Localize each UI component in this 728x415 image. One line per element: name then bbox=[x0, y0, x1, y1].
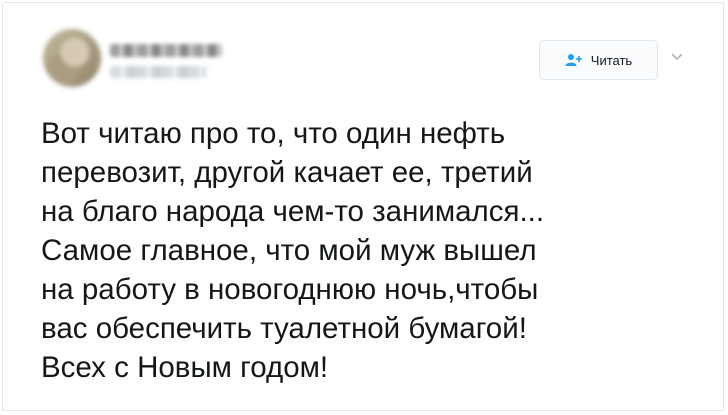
tweet-text-line: Всех с Новым годом! bbox=[41, 351, 329, 384]
add-person-icon bbox=[565, 54, 582, 66]
tweet-card: Читать Вот читаю про то, что один нефть … bbox=[2, 2, 724, 411]
author-name-blurred[interactable] bbox=[110, 44, 222, 57]
follow-button[interactable]: Читать bbox=[539, 40, 658, 80]
tweet-text-line: на работу в новогоднюю ночь,чтобы bbox=[41, 273, 539, 306]
tweet-text-line: на благо народа чем-то занимался... bbox=[41, 195, 545, 228]
author-handle-blurred bbox=[110, 66, 206, 78]
avatar[interactable] bbox=[43, 29, 101, 87]
chevron-down-icon[interactable] bbox=[669, 51, 685, 63]
tweet-text-line: Вот читаю про то, что один нефть bbox=[41, 117, 506, 150]
follow-label: Читать bbox=[590, 52, 633, 68]
tweet-text-line: Самое главное, что мой муж вышел bbox=[41, 234, 537, 267]
tweet-text-line: вас обеспечить туалетной бумагой! bbox=[41, 312, 527, 345]
tweet-text: Вот читаю про то, что один нефть перевоз… bbox=[41, 114, 706, 387]
tweet-text-line: перевозит, другой качает ее, третий bbox=[41, 156, 533, 189]
